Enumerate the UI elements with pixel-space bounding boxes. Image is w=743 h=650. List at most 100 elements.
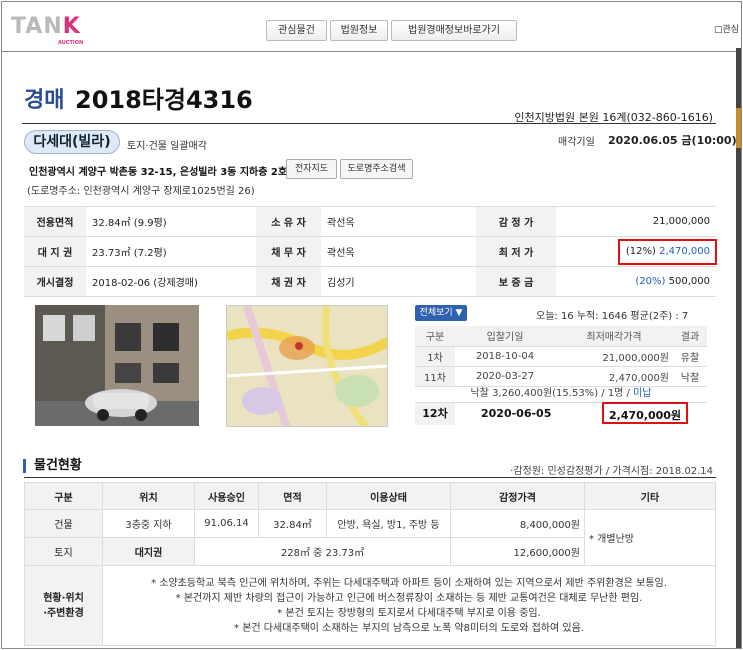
- property-header-row: 구분 위치 사용승인 면적 이용상태 감정가격 기타: [24, 482, 716, 510]
- table-row: 건물 3층중 지하 91.06.14 32.84㎡ 안방, 욕실, 방1, 주방…: [24, 509, 716, 566]
- creditor-label: 채 권 자: [256, 266, 321, 297]
- right-edge-strip: [736, 48, 741, 648]
- deposit-cell: (20%) 500,000: [556, 266, 716, 297]
- owner-value: 곽선옥: [321, 206, 476, 237]
- table-row: 11차 2020-03-27 2,470,000원 낙찰: [415, 366, 707, 387]
- row-price: 12,600,000원: [450, 537, 585, 566]
- nav-court-auction-link-button[interactable]: 법원경매정보바로가기: [391, 20, 517, 41]
- winning-bid-status: 미납: [633, 388, 652, 399]
- sale-type: 토지·건물 일괄매각: [127, 141, 207, 152]
- bid-history-header: 구분 입찰기일 최저매각가격 결과: [415, 326, 707, 347]
- title-divider: [22, 123, 716, 124]
- location-map-image[interactable]: [226, 305, 388, 427]
- view-stats: 오늘: 16 누적: 1646 평균(2주) : 7: [536, 311, 689, 322]
- round: 11차: [415, 366, 455, 387]
- debtor-value: 곽선옥: [321, 236, 476, 267]
- view-all-button[interactable]: 전체보기 ▼: [415, 305, 467, 321]
- col-etc: 기타: [584, 482, 716, 510]
- deposit-value: 500,000: [668, 276, 710, 287]
- header-divider: [2, 48, 741, 52]
- case-number: 2018타경4316: [75, 86, 253, 114]
- col-type: 구분: [24, 482, 103, 510]
- min-price-label: 최 저 가: [476, 236, 556, 267]
- environment-notes: * 소양초등학교 북측 인근에 위치하며, 주위는 다세대주택과 아파트 등이 …: [102, 565, 716, 646]
- col-min-price: 최저매각가격: [555, 326, 673, 347]
- sale-date-label: 매각기일: [558, 137, 595, 148]
- start-decision-value: 2018-02-06 (강제경매): [86, 266, 256, 297]
- case-info-table: 전용면적 32.84㎡ (9.9평) 소 유 자 곽선옥 감 정 가 21,00…: [24, 206, 716, 297]
- bid-date: 2020-03-27: [455, 366, 555, 387]
- min-price: 21,000,000원: [555, 346, 673, 367]
- appraisal-value: 21,000,000: [556, 206, 716, 237]
- appraisal-label: 감 정 가: [476, 206, 556, 237]
- nav-court-info-button[interactable]: 법원정보: [330, 20, 388, 41]
- deposit-percent: (20%): [635, 276, 666, 287]
- road-address-search-button[interactable]: 도로명주소검색: [340, 159, 413, 179]
- bid-date: 2018-10-04: [455, 346, 555, 367]
- row-type: 건물: [24, 509, 103, 538]
- bid-history-table: 구분 입찰기일 최저매각가격 결과 1차 2018-10-04 21,000,0…: [415, 326, 707, 387]
- info-row: 대 지 권 23.73㎡ (7.2평) 채 무 자 곽선옥 최 저 가 (12%…: [24, 236, 716, 267]
- deposit-label: 보 증 금: [476, 266, 556, 297]
- exclusive-area-label: 전용면적: [24, 206, 86, 237]
- col-bid-date: 입찰기일: [455, 326, 555, 347]
- row-approval: 91.06.14: [194, 509, 259, 538]
- map-button[interactable]: 전자지도: [286, 159, 337, 179]
- current-bid-date: 2020-06-05: [481, 407, 552, 420]
- result: 낙찰: [673, 366, 707, 387]
- creditor-value: 김성기: [321, 266, 476, 297]
- note-line: * 본건까지 제반 차량의 접근이 가능하고 인근에 버스정류장이 소재하는 등…: [175, 592, 643, 604]
- note-line: * 본건 토지는 장방형의 토지로서 다세대주택 부지로 이용 중임.: [277, 607, 541, 619]
- logo-subtitle: AUCTION: [58, 40, 84, 46]
- case-kind: 경매: [24, 88, 65, 113]
- top-bar: TANK AUCTION 관심물건 법원정보 법원경매정보바로가기 □관심: [2, 2, 741, 48]
- table-row: 1차 2018-10-04 21,000,000원 유찰: [415, 346, 707, 367]
- row-etc: * 개별난방: [584, 509, 716, 566]
- info-row: 전용면적 32.84㎡ (9.9평) 소 유 자 곽선옥 감 정 가 21,00…: [24, 206, 716, 237]
- col-round: 구분: [415, 326, 455, 347]
- exclusive-area-value: 32.84㎡ (9.9평): [86, 206, 256, 237]
- road-address: (도로명주소: 인천광역시 계양구 장제로1025번길 26): [27, 186, 255, 197]
- note-line: * 소양초등학교 북측 인근에 위치하며, 주위는 다세대주택과 아파트 등이 …: [151, 577, 667, 589]
- min-price: 2,470,000원: [555, 366, 673, 387]
- col-appraisal-price: 감정가격: [450, 482, 585, 510]
- winning-bid-info: 낙찰 3,260,400원(15.53%) / 1명 / 미납: [415, 385, 707, 403]
- col-result: 결과: [673, 326, 707, 347]
- section-divider: [24, 477, 716, 478]
- owner-label: 소 유 자: [256, 206, 321, 237]
- sale-date: 2020.06.05 금(10:00): [608, 134, 737, 147]
- row-area: 228㎡ 중 23.73㎡: [194, 537, 451, 566]
- property-address: 인천광역시 계양구 박촌동 32-15, 은성빌라 3동 지하층 2호: [29, 167, 288, 178]
- col-approval: 사용승인: [194, 482, 259, 510]
- section-title: 물건현황: [23, 459, 82, 473]
- nav-favorites-button[interactable]: 관심물건: [266, 20, 327, 41]
- start-decision-label: 개시결정: [24, 266, 86, 297]
- row-type: 토지: [24, 537, 103, 566]
- property-type-badge: 다세대(빌라): [24, 130, 120, 154]
- col-use: 이용상태: [326, 482, 451, 510]
- current-price-highlight: [602, 402, 688, 424]
- row-use: 안방, 욕실, 방1, 주방 등: [326, 509, 451, 538]
- row-price: 8,400,000원: [450, 509, 585, 538]
- page-frame: TANK AUCTION 관심물건 법원정보 법원경매정보바로가기 □관심 경매…: [1, 1, 742, 649]
- appraisal-meta: ·감정원: 민성감정평가 / 가격시점: 2018.02.14: [510, 466, 713, 477]
- row-location: 대지권: [102, 537, 195, 566]
- site-logo[interactable]: TANK: [11, 14, 81, 39]
- winning-bid-text: 낙찰 3,260,400원(15.53%) / 1명 /: [470, 388, 634, 399]
- land-right-label: 대 지 권: [24, 236, 86, 267]
- col-area: 면적: [258, 482, 327, 510]
- min-price-highlight: [618, 239, 717, 265]
- header-checkbox[interactable]: □관심: [714, 22, 739, 35]
- environment-row: 현황·위치 ·주변환경 * 소양초등학교 북측 인근에 위치하며, 주위는 다세…: [24, 565, 716, 646]
- land-right-value: 23.73㎡ (7.2평): [86, 236, 256, 267]
- info-row: 개시결정 2018-02-06 (강제경매) 채 권 자 김성기 보 증 금 (…: [24, 266, 716, 297]
- debtor-label: 채 무 자: [256, 236, 321, 267]
- row-location: 3층중 지하: [102, 509, 195, 538]
- col-location: 위치: [102, 482, 195, 510]
- note-line: * 본건 다세대주택이 소재하는 부지의 남측으로 노폭 약8미터의 도로와 접…: [234, 622, 584, 634]
- property-status-table: 구분 위치 사용승인 면적 이용상태 감정가격 기타 건물 3층중 지하 91.…: [24, 482, 716, 646]
- environment-label: 현황·위치 ·주변환경: [24, 565, 103, 646]
- round: 1차: [415, 346, 455, 367]
- row-area: 32.84㎡: [258, 509, 327, 538]
- property-photo[interactable]: [35, 305, 199, 426]
